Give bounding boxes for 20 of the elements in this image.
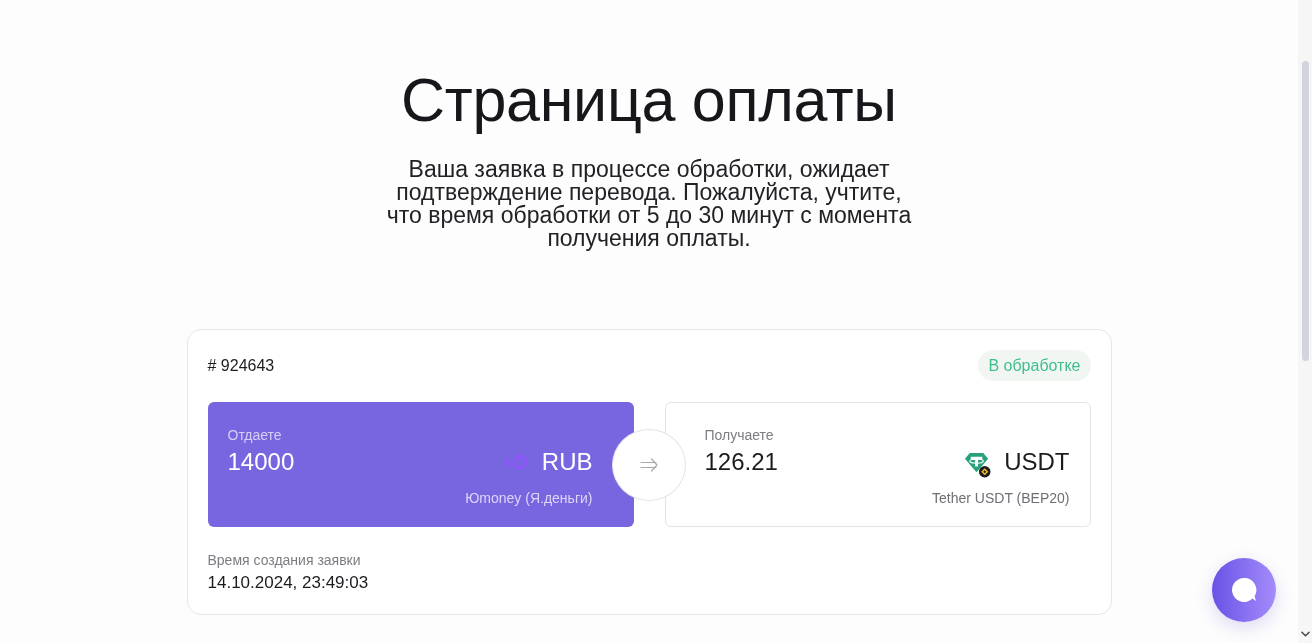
page-title: Страница оплаты [401,65,897,136]
receive-method: Tether USDT (BEP20) [932,489,1070,507]
receive-label: Получаете [704,426,774,444]
token-logo-icon [964,450,992,478]
give-amount: 14000 [227,447,295,477]
status-badge: В обработке [978,350,1091,381]
scroll-down-icon[interactable] [1300,631,1310,637]
chat-bubble-icon [1231,577,1257,603]
created-label: Время создания заявки [207,551,361,569]
give-label: Отдаете [227,426,282,444]
chat-button[interactable] [1212,558,1276,622]
double-arrow-icon [640,457,658,472]
give-currency: RUB [541,447,593,477]
receive-currency: USDT [1004,447,1070,477]
created-time: 14.10.2024, 23:49:03 [207,572,369,594]
order-number: # 924643 [207,356,275,375]
give-method: Юmoney (Я.деньги) [465,489,593,507]
status-description: Ваша заявка в процессе обработки, ожидает подтверждение перевода. Пожалуйста, учтите, что время обработки от 5 до 30 минут с момента получения оплаты. [385,158,913,250]
receive-amount: 126.21 [704,447,778,477]
scrollbar-thumb[interactable] [1301,61,1309,361]
